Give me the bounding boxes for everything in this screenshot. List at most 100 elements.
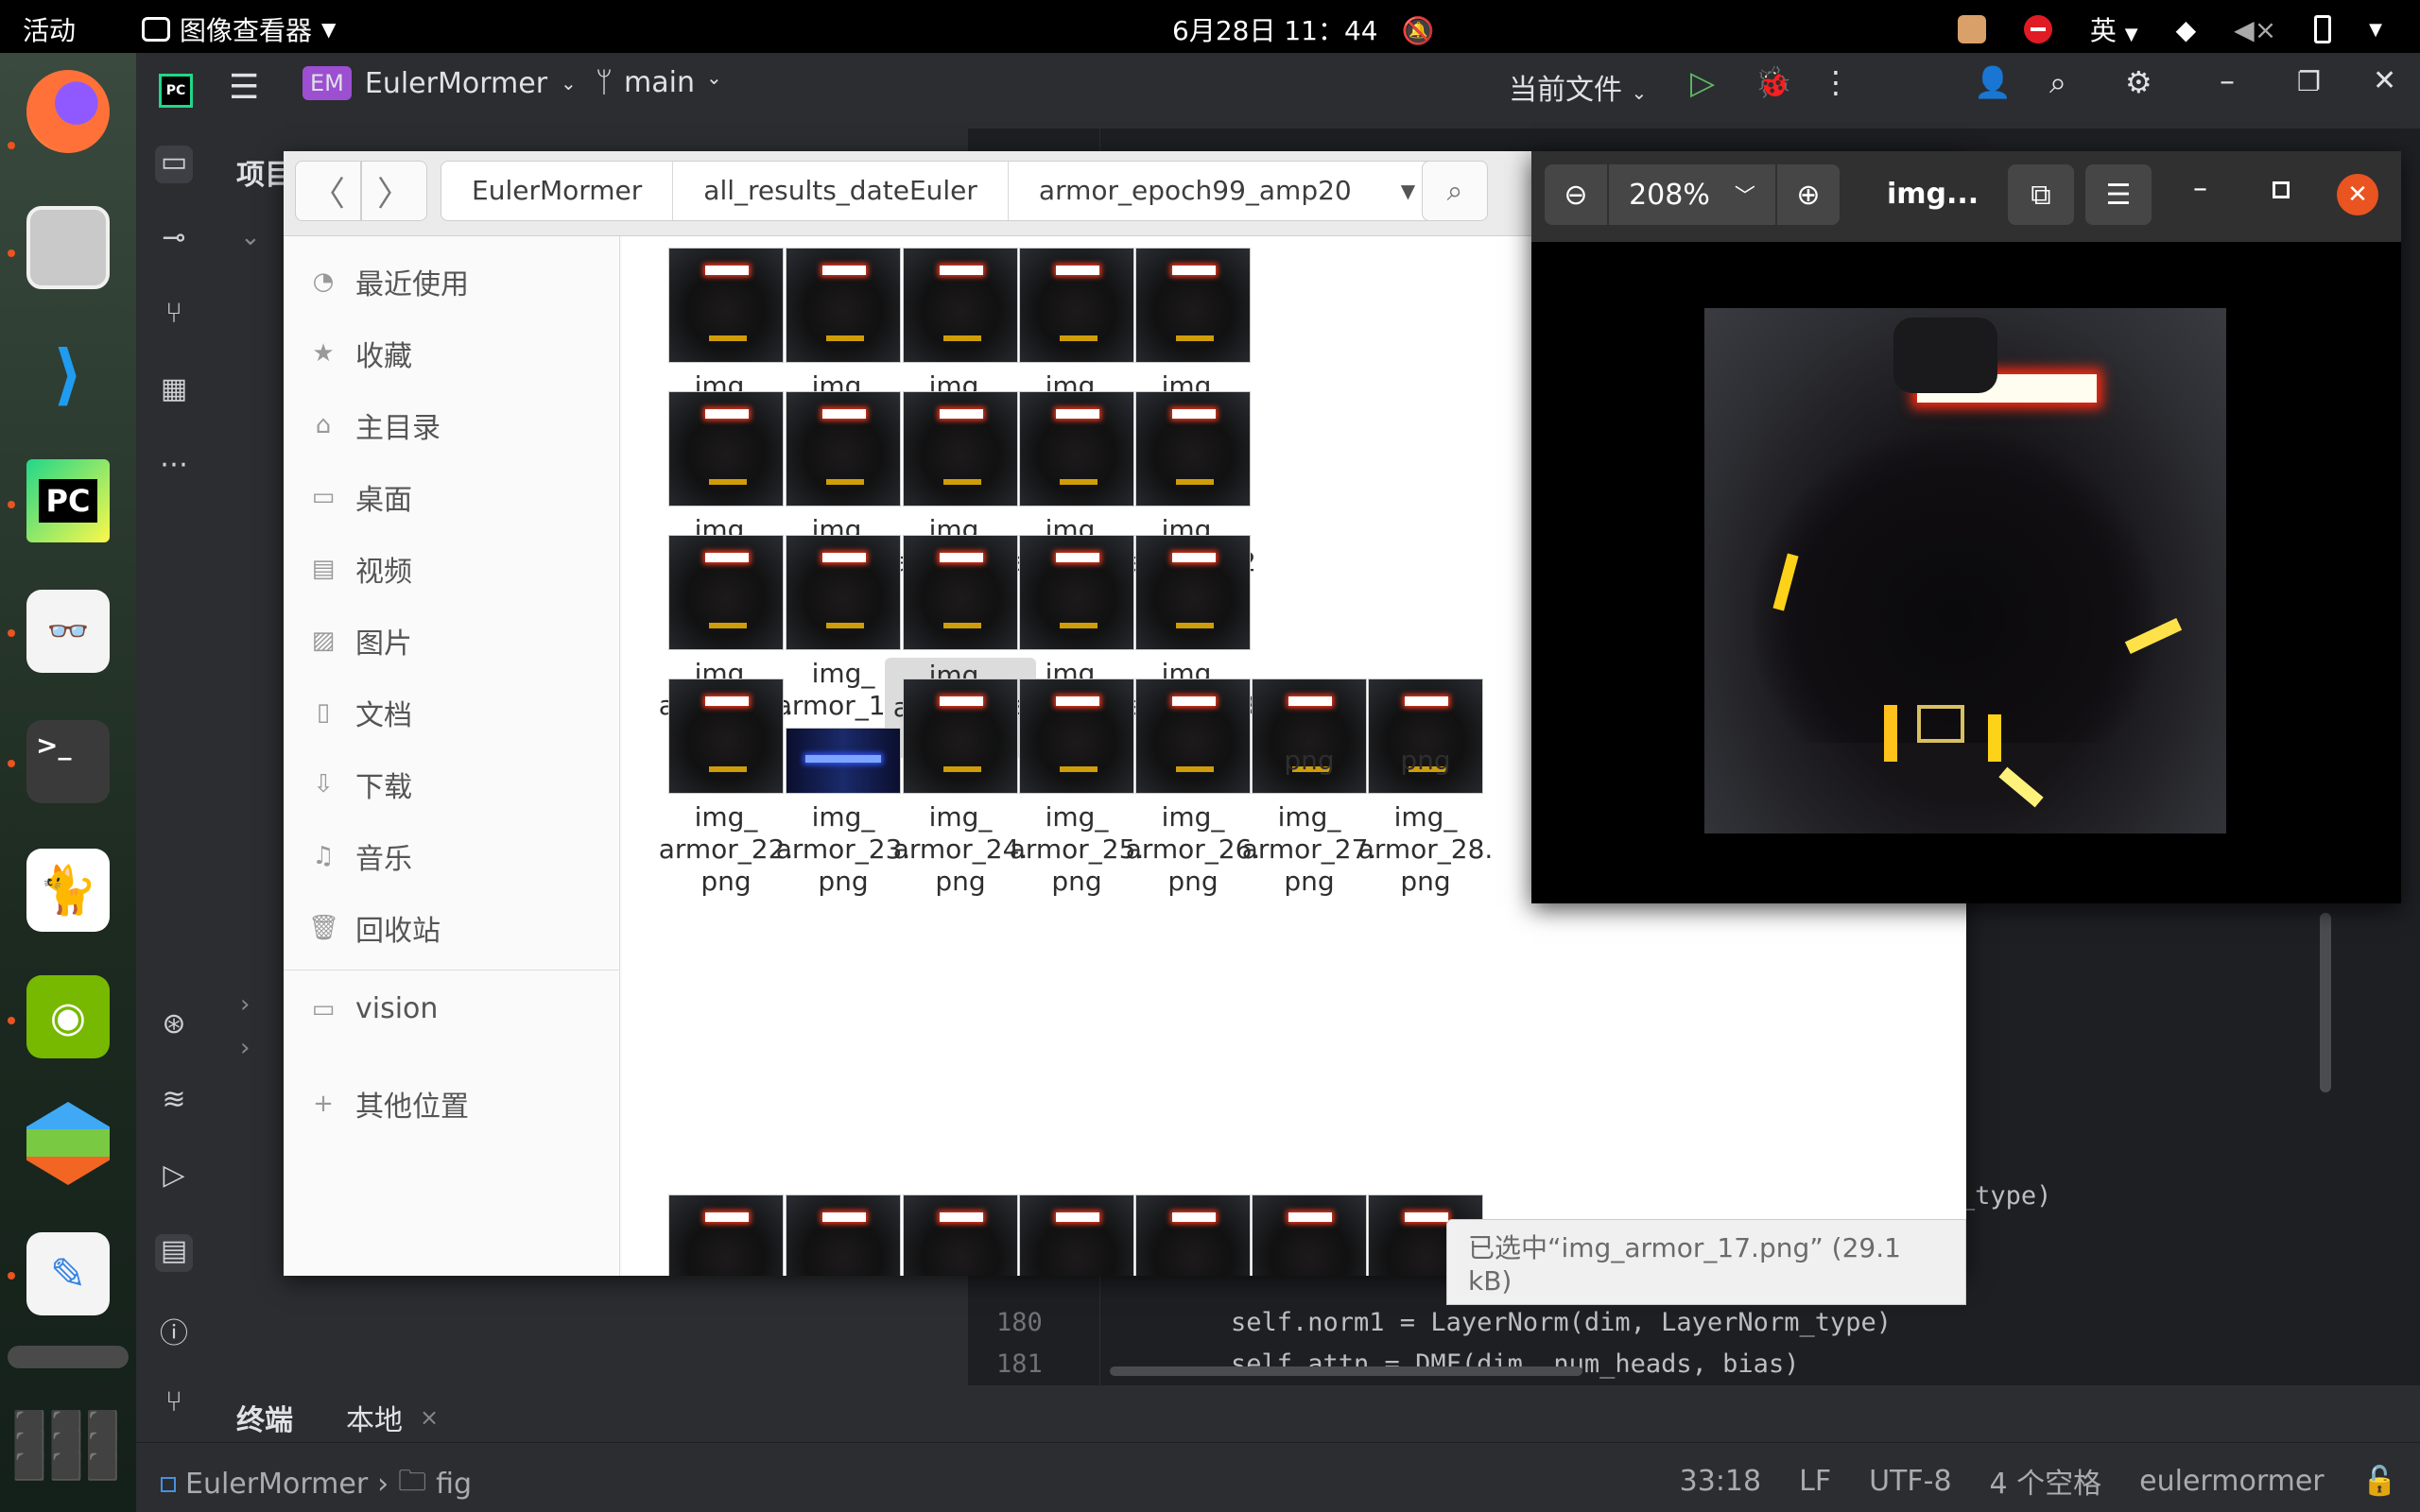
sidebar-item-videos[interactable]: ▤ 视频 [308, 548, 412, 590]
lock-icon[interactable]: 🔓 [2362, 1465, 2397, 1498]
cat-app-icon[interactable]: 🐈 [26, 849, 110, 932]
sidebar-item-recent[interactable]: ◔ 最近使用 [308, 261, 469, 302]
zoom-in-button[interactable]: ⊕ [1777, 164, 1840, 225]
rotate-button[interactable]: ⧉ [2008, 164, 2074, 225]
run-icon[interactable]: ▷ [1690, 64, 1715, 102]
sidebar-item-other-locations[interactable]: + 其他位置 [308, 1083, 469, 1125]
path-segment[interactable]: all_results_dateEuler [673, 162, 1009, 220]
places-sidebar: ◔ 最近使用 ★ 收藏 ⌂ 主目录 ▭ 桌面 ▤ 视频 ▨ 图片 ▯ 文档 ⇩ 下载 ♫ 音乐 🗑… [284, 236, 620, 1276]
zoom-level-dropdown[interactable]: 208% ﹀ [1609, 164, 1775, 225]
horizontal-scrollbar[interactable] [1110, 1366, 1582, 1376]
clock[interactable]: 6月28日 11：44 🔕 [1172, 10, 1434, 48]
file-item[interactable]: img_ armor_28. png [1350, 679, 1501, 898]
pycharm-logo-icon: PC [159, 74, 193, 108]
files-icon[interactable] [26, 206, 110, 289]
caret-position[interactable]: 33:18 [1680, 1465, 1761, 1498]
breadcrumb-project[interactable]: EulerMormer [185, 1468, 368, 1501]
run-config-selector[interactable]: 当前文件 ⌄ [1509, 66, 1647, 108]
sidebar-item-trash[interactable]: 🗑 回收站 [308, 907, 441, 949]
breadcrumb-folder[interactable]: fig [436, 1468, 472, 1501]
tree-expand-icon[interactable]: › [240, 990, 250, 1019]
close-icon[interactable]: ✕ [2337, 174, 2378, 215]
layers-app-icon[interactable] [26, 1102, 110, 1185]
minimize-icon[interactable]: – [2220, 62, 2235, 98]
volume-muted-icon[interactable]: ◀× [2234, 14, 2276, 45]
restore-icon[interactable]: ❐ [2297, 66, 2321, 97]
minimize-icon[interactable]: – [2193, 172, 2207, 205]
search-icon[interactable]: ⌕ [2049, 64, 2066, 101]
battery-icon[interactable] [2314, 15, 2332, 43]
more-tools-icon[interactable]: ⋯ [155, 448, 193, 486]
file-thumbnail [786, 728, 901, 794]
sidebar-item-home[interactable]: ⌂ 主目录 [308, 404, 441, 446]
sidebar-item-pictures[interactable]: ▨ 图片 [308, 620, 412, 662]
project-switcher[interactable]: EM EulerMormer ⌄ [302, 66, 577, 100]
structure-icon[interactable]: ▦ [155, 372, 193, 410]
project-tool-icon[interactable]: ▭ [155, 146, 193, 183]
path-segment[interactable]: armor_epoch99_amp20 [1009, 162, 1382, 220]
python-interpreter[interactable]: eulermormer [2139, 1465, 2324, 1498]
indent-setting[interactable]: 4 个空格 [1990, 1460, 2102, 1502]
image-viewer-icon [142, 17, 170, 42]
tab-local[interactable]: 本地 × [346, 1397, 439, 1438]
git-icon[interactable]: ⑂ [155, 1385, 193, 1423]
scrollbar-thumb[interactable] [2320, 913, 2331, 1092]
forward-button[interactable]: 〉 [361, 161, 427, 221]
cat-tray-icon[interactable] [1957, 15, 1986, 43]
pycharm-icon[interactable]: PC [26, 459, 110, 542]
file-thumbnail [786, 1194, 901, 1276]
file-thumbnail [1135, 248, 1251, 363]
pull-request-icon[interactable]: ⑂ [155, 297, 193, 335]
input-method-indicator[interactable]: 英 ▼ [2090, 10, 2138, 48]
close-icon[interactable]: × [420, 1404, 439, 1431]
python-console-icon[interactable]: ⊛ [155, 1007, 193, 1045]
image-robot-top [1893, 318, 1997, 393]
line-ending[interactable]: LF [1799, 1465, 1831, 1498]
debug-icon[interactable]: 🐞 [1754, 64, 1792, 100]
zoom-out-button[interactable]: ⊖ [1545, 164, 1607, 225]
tab-terminal[interactable]: 终端 [236, 1397, 293, 1438]
nvidia-icon[interactable]: ◉ [26, 975, 110, 1058]
chevron-down-icon[interactable]: ▼ [2369, 20, 2382, 40]
folder-icon: 🗀 [398, 1465, 427, 1498]
clock-text: 6月28日 11：44 [1172, 15, 1378, 46]
sidebar-item-desktop[interactable]: ▭ 桌面 [308, 476, 412, 518]
tree-expand-icon[interactable]: ⌄ [240, 223, 261, 251]
image-title: img... [1887, 178, 1979, 211]
wifi-icon[interactable]: ◆ [2176, 14, 2197, 45]
services-icon[interactable]: ▷ [155, 1159, 193, 1196]
settings-icon[interactable]: ⚙ [2125, 64, 2152, 100]
blocked-icon[interactable] [2023, 15, 2052, 43]
back-button[interactable]: 〈 [295, 161, 361, 221]
document-viewer-icon[interactable]: 👓 [26, 590, 110, 673]
collab-icon[interactable]: 👤 [1974, 64, 2012, 100]
terminal-tool-icon[interactable]: ▤ [155, 1234, 193, 1272]
main-menu-icon[interactable]: ☰ [229, 68, 259, 107]
displayed-image[interactable] [1704, 308, 2226, 833]
file-thumbnail [786, 248, 901, 363]
app-menu[interactable]: 图像查看器 ▼ [142, 10, 336, 48]
terminal-icon[interactable]: >_ [26, 720, 110, 803]
layers-icon[interactable]: ≋ [155, 1083, 193, 1121]
more-actions-icon[interactable]: ⋮ [1821, 64, 1851, 100]
menu-button[interactable]: ☰ [2085, 164, 2152, 225]
tree-expand-icon[interactable]: › [240, 1034, 250, 1062]
maximize-icon[interactable] [2273, 181, 2290, 198]
activities-button[interactable]: 活动 [23, 10, 76, 48]
branch-switcher[interactable]: ᛘ main ⌄ [596, 66, 722, 99]
sidebar-item-starred[interactable]: ★ 收藏 [308, 333, 412, 374]
path-segment[interactable]: EulerMormer [441, 162, 674, 220]
problems-icon[interactable]: ⓘ [155, 1310, 193, 1350]
sidebar-item-downloads[interactable]: ⇩ 下载 [308, 764, 412, 805]
file-encoding[interactable]: UTF-8 [1869, 1465, 1951, 1498]
sidebar-item-documents[interactable]: ▯ 文档 [308, 692, 412, 733]
search-button[interactable]: ⌕ [1422, 161, 1488, 221]
show-apps-icon[interactable]: ⬛⬛⬛ ⬛⬛⬛ ⬛⬛⬛ [13, 1404, 120, 1487]
close-icon[interactable]: ✕ [2373, 64, 2396, 97]
firefox-icon[interactable] [26, 70, 110, 153]
commit-tool-icon[interactable]: ⊸ [155, 221, 193, 259]
sidebar-item-music[interactable]: ♫ 音乐 [308, 835, 412, 877]
sidebar-item-vision[interactable]: ▭ vision [308, 992, 439, 1025]
vscode-icon[interactable]: ⟩ [26, 333, 110, 416]
text-editor-icon[interactable]: ✎ [26, 1232, 110, 1315]
